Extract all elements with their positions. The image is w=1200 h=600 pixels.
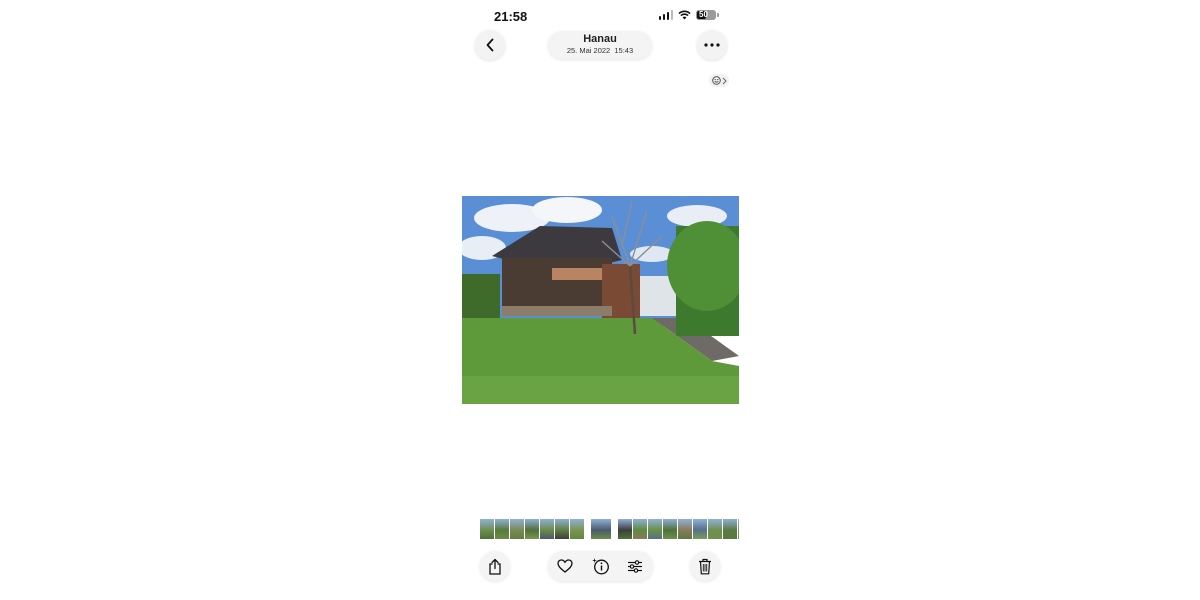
thumbnail[interactable] — [618, 519, 632, 539]
share-icon — [489, 558, 501, 575]
chevron-left-icon — [486, 38, 494, 52]
status-time: 21:58 — [494, 9, 528, 24]
thumbnail[interactable] — [570, 519, 584, 539]
photo-terrace — [502, 306, 612, 316]
thumbnail-selected[interactable] — [591, 519, 611, 539]
thumbnail[interactable] — [555, 519, 569, 539]
photo-awning — [552, 268, 602, 280]
battery-icon: 50 — [696, 10, 716, 20]
thumbnail-filmstrip[interactable] — [462, 519, 739, 539]
main-photo[interactable] — [462, 196, 739, 404]
thumbnail[interactable] — [648, 519, 662, 539]
more-options-button[interactable] — [697, 30, 727, 60]
edit-adjust-button[interactable] — [620, 551, 650, 581]
emoji-face-icon — [711, 76, 721, 85]
photo-house-wall — [502, 258, 612, 310]
heart-icon — [557, 559, 573, 573]
sliders-icon — [628, 559, 642, 573]
chevron-right-icon — [722, 77, 727, 84]
cellular-signal-icon — [658, 10, 673, 20]
thumbnail[interactable] — [480, 519, 494, 539]
battery-percent: 50 — [699, 10, 708, 19]
photo-cloud — [532, 197, 602, 223]
photo-datetime: 25. Mai 2022 15:43 — [566, 46, 634, 55]
info-button[interactable] — [585, 551, 615, 581]
thumbnail[interactable] — [663, 519, 677, 539]
delete-button[interactable] — [690, 551, 720, 581]
back-button[interactable] — [475, 30, 505, 60]
thumbnail[interactable] — [678, 519, 692, 539]
thumbnail[interactable] — [540, 519, 554, 539]
info-sparkle-icon — [591, 558, 609, 575]
favorite-button[interactable] — [550, 551, 580, 581]
photo-actions-group — [548, 551, 653, 581]
wifi-icon — [678, 10, 691, 20]
photo-hedge — [462, 274, 500, 319]
share-button[interactable] — [480, 551, 510, 581]
photo-viewer-screen: 21:58 50 Hanau 25. Mai 2022 15:43 — [462, 0, 739, 600]
thumbnail[interactable] — [708, 519, 722, 539]
battery-tip — [717, 13, 719, 17]
photo-location: Hanau — [583, 33, 617, 45]
thumbnail[interactable] — [510, 519, 524, 539]
photo-title-pill[interactable]: Hanau 25. Mai 2022 15:43 — [548, 31, 652, 59]
thumbnail[interactable] — [495, 519, 509, 539]
thumbnail[interactable] — [525, 519, 539, 539]
thumbnail[interactable] — [738, 519, 739, 539]
visual-lookup-badge[interactable] — [709, 74, 729, 87]
thumbnail[interactable] — [693, 519, 707, 539]
thumbnail[interactable] — [633, 519, 647, 539]
trash-icon — [699, 558, 711, 574]
photo-lawn-shade — [462, 376, 739, 404]
ellipsis-icon — [704, 43, 720, 47]
thumbnail[interactable] — [723, 519, 737, 539]
status-icons: 50 — [658, 10, 719, 20]
